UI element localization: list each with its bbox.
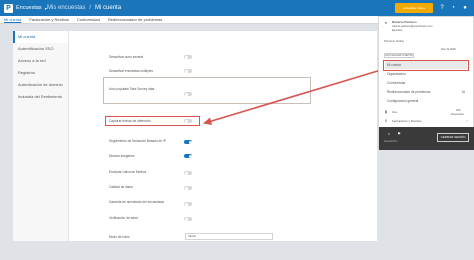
sidebar-item-registros[interactable]: Registros: [13, 67, 68, 79]
setting-label: Garantía de anonimato del encuestado: [109, 200, 165, 204]
upgrade-button[interactable]: Actualizar ahora: [395, 3, 433, 13]
usage-unit: Respuestas: [451, 113, 464, 116]
account-dropdown: ● Roberto Pacheco roberto.pacheco@questi…: [378, 16, 474, 150]
start-mode-value: Inicial: [188, 234, 196, 238]
tab-mi-cuenta[interactable]: Mi cuenta: [4, 17, 21, 22]
chart-icon: ▮: [384, 109, 388, 114]
breadcrumb: Mis encuestas / Mi cuenta: [47, 3, 121, 13]
menu-item-label: Conformidad: [387, 81, 406, 85]
upgrade-account-button[interactable]: ACTUALIZAR CUENTA: [384, 53, 414, 58]
top-bar: P Encuestas ▾ Mis encuestas / Mi cuenta …: [0, 0, 474, 16]
setting-label: Mostrar imágenes: [109, 154, 135, 158]
setting-label: Calidad de datos: [109, 185, 133, 189]
tab-redireccionador[interactable]: Redireccionador de problemas: [108, 17, 162, 22]
menu-item-conformidad[interactable]: Conformidad: [385, 79, 467, 87]
menu-item-label: Redireccionador de problemas: [387, 90, 431, 94]
home-icon[interactable]: ⌂: [387, 132, 391, 136]
setting-toggle[interactable]: [184, 69, 192, 73]
usage-label: Uso: [392, 110, 398, 114]
setting-toggle[interactable]: [184, 186, 192, 190]
user-role: Ejecutivo: [392, 29, 403, 32]
setting-toggle[interactable]: [184, 92, 192, 96]
logout-button[interactable]: CERRAR SESIÓN: [437, 133, 469, 142]
settings-panel: Desactivar suen several Desactivar encue…: [69, 31, 377, 241]
setting-label: Seguimiento de Ubicación Basado en IP: [109, 139, 167, 143]
product-name: Encuestas: [16, 5, 42, 11]
user-email: roberto.pacheco@questionpro.com: [392, 25, 433, 28]
logout-label: CERRAR SESIÓN: [440, 135, 466, 139]
setting-toggle[interactable]: [184, 154, 192, 158]
usage-value: 200: [456, 109, 461, 112]
footer-brand: QuestionPro: [384, 140, 398, 143]
capture-dates-highlight: [105, 116, 200, 126]
menu-item-label: Configuración general: [387, 99, 419, 103]
start-mode-label: Modo de inicio: [109, 235, 130, 239]
setting-toggle[interactable]: [184, 140, 192, 144]
logo: P: [4, 3, 13, 13]
help-icon[interactable]: ?: [438, 4, 446, 12]
billing-icon: $: [384, 118, 388, 123]
breadcrumb-separator: /: [89, 5, 92, 11]
sidebar-item-dominio[interactable]: Autenticación de dominio: [13, 79, 68, 91]
dropdown-footer: ⌂ ⚑ QuestionPro CERRAR SESIÓN: [379, 127, 474, 150]
start-mode-select[interactable]: Inicial: [185, 233, 273, 240]
breadcrumb-parent[interactable]: Mis encuestas: [47, 3, 85, 13]
setting-toggle[interactable]: [184, 217, 192, 221]
setting-toggle[interactable]: [184, 55, 192, 59]
setting-label: Desactivar suen several: [109, 55, 144, 59]
setting-label: Verificación de edad: [109, 216, 138, 220]
sidebar-item-red[interactable]: Acceso a la red: [13, 55, 68, 67]
user-icon[interactable]: ●: [461, 4, 469, 12]
menu-item-configuracion[interactable]: Configuración general: [385, 97, 467, 105]
setting-toggle[interactable]: [184, 202, 192, 206]
menu-item-redireccionador[interactable]: Redireccionador de problemas 16: [385, 88, 467, 96]
tab-facturacion[interactable]: Facturación y Recibos: [29, 17, 69, 22]
settings-sidebar: Mi cuenta Autentificación SSO Acceso a l…: [13, 31, 69, 241]
billing-link[interactable]: Facturación y Recibos: [392, 119, 422, 123]
tab-conformidad[interactable]: Conformidad: [77, 17, 100, 22]
setting-label: Desactivar encuestas múltiples: [109, 69, 153, 73]
menu-item-label: Organización: [387, 72, 406, 76]
plan-label: Premium Online: [384, 39, 405, 43]
setting-toggle[interactable]: [184, 171, 192, 175]
sidebar-item-sso[interactable]: Autentificación SSO: [13, 43, 68, 55]
bell-icon[interactable]: ◔: [449, 4, 457, 12]
user-icon: ●: [384, 20, 388, 25]
chevron-right-icon: ›: [466, 118, 468, 123]
setting-label: Escriptar Ubica de Medios: [109, 170, 147, 174]
product-switcher[interactable]: P Encuestas ▾: [4, 3, 47, 13]
breadcrumb-current: Mi cuenta: [95, 5, 122, 11]
plan-expiry: Dec 31 2026: [441, 48, 456, 51]
menu-item-count: 16: [461, 90, 465, 94]
setting-label: Auto poputate Take Survey data: [109, 87, 155, 91]
sidebar-item-mi-cuenta[interactable]: Mi cuenta: [13, 31, 68, 43]
user-name: Roberto Pacheco: [392, 20, 417, 24]
menu-item-organizacion[interactable]: Organización: [385, 70, 467, 78]
mi-cuenta-highlight: [383, 60, 469, 71]
sidebar-item-sentimiento[interactable]: Industria del Sentimiento: [13, 91, 68, 103]
flag-icon[interactable]: ⚑: [397, 132, 401, 136]
